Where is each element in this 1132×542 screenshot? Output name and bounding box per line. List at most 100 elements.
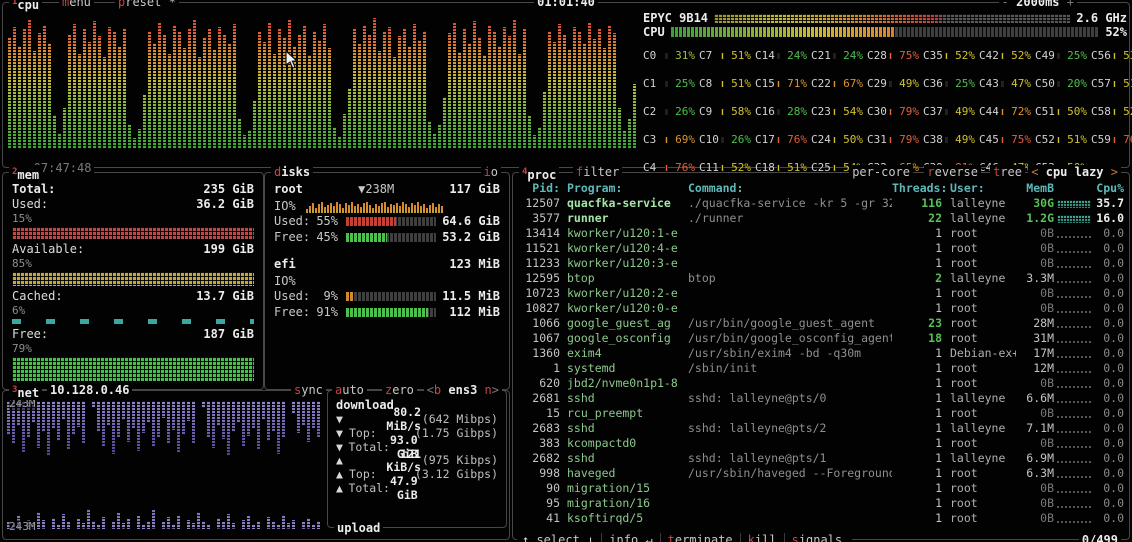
net-download-col (207, 401, 210, 437)
col-threads[interactable]: Threads: (892, 181, 942, 196)
process-row[interactable]: 12507quacfka-service./quacfka-service -k… (516, 196, 1126, 211)
proc-cpu-percent: 0.0 (1094, 286, 1126, 301)
proc-program: jbd2/nvme0n1p1-8 (560, 376, 684, 391)
footer-ignals-button[interactable]: signals (784, 533, 850, 542)
process-row[interactable]: 1066google_guest_ag/usr/bin/google_guest… (516, 316, 1126, 331)
cpu-graph-col (528, 116, 531, 149)
proc-mem: 31M (1016, 331, 1054, 346)
cpu-graph-col (348, 88, 351, 149)
cpu-graph-col (18, 46, 21, 149)
net-download-col (217, 401, 220, 426)
cpu-graph-col (333, 127, 336, 149)
process-row[interactable]: 10723kworker/u120:2-e1root0B0.0 (516, 286, 1126, 301)
core-meter (1113, 137, 1116, 143)
footer-hotkey: t (668, 533, 675, 542)
process-row[interactable]: 620jbd2/nvme0n1p1-81root0B0.0 (516, 376, 1126, 391)
io-mode-toggle[interactable]: io (481, 165, 501, 179)
proc-program: kworker/u120:1-e (560, 226, 684, 241)
col-user[interactable]: User: (942, 181, 1016, 196)
process-row[interactable]: 41ksoftirqd/51root0B0.0 (516, 511, 1126, 526)
cpu-box-title[interactable]: 1cpu (9, 0, 42, 12)
proc-pid: 383 (516, 436, 560, 451)
per-core-toggle[interactable]: per-core (849, 165, 913, 179)
footer-select-button[interactable]: ↑ select ↓ (520, 533, 601, 542)
download-arrow-icon: ▼ (336, 427, 349, 441)
footer-erminate-button[interactable]: terminate (660, 533, 740, 542)
iface-next-button[interactable]: n (485, 383, 492, 397)
cpu-graph-col (313, 31, 316, 149)
sync-toggle[interactable]: sync (291, 383, 326, 397)
col-mem[interactable]: MemB (1016, 181, 1054, 196)
footer-info-button[interactable]: info ↵ (601, 533, 659, 542)
cpu-core: C2949% (867, 70, 919, 98)
proc-mem: 0B (1016, 301, 1054, 316)
io-graph-col (309, 206, 311, 213)
process-row[interactable]: 12595btopbtop2lalleyne3.3M0.0 (516, 271, 1126, 286)
filter-button[interactable]: filter (573, 165, 622, 179)
core-meter (1001, 109, 1004, 115)
process-row[interactable]: 15rcu_preempt1root0B0.0 (516, 406, 1126, 421)
process-row[interactable]: 11521kworker/u120:4-e1root0B0.0 (516, 241, 1126, 256)
iface-prev-button[interactable]: b (434, 383, 441, 397)
process-row[interactable]: 2683sshdsshd: lalleyne@pts/21lalleyne7.1… (516, 421, 1126, 436)
process-row[interactable]: 2682sshdsshd: lalleyne@pts/11lalleyne6.9… (516, 451, 1126, 466)
process-row[interactable]: 1067google_osconfig/usr/bin/google_oscon… (516, 331, 1126, 346)
network-box-title[interactable]: 3net (9, 383, 42, 400)
cpu-graph-col (498, 46, 501, 149)
auto-scale-toggle[interactable]: auto (332, 383, 367, 397)
net-download-col (107, 401, 110, 425)
preset-button[interactable]: preset * (115, 0, 179, 9)
process-row[interactable]: 95migration/161root0B0.0 (516, 496, 1126, 511)
interval-plus-button[interactable]: + (1067, 0, 1074, 9)
net-upload-col (57, 525, 60, 529)
process-row[interactable]: 998haveged/usr/sbin/haveged --Foreground… (516, 466, 1126, 481)
interface-switcher[interactable]: <b ens3 n> (424, 383, 502, 397)
reverse-toggle[interactable]: reverse (924, 165, 981, 179)
cpu-core: C4252% (979, 42, 1031, 70)
proc-mem: 0B (1016, 481, 1054, 496)
core-name: C37 (923, 105, 943, 119)
footer-ill-button[interactable]: kill (740, 533, 784, 542)
cpu-graph-col (623, 130, 626, 149)
core-percent: 47% (1006, 77, 1031, 91)
sort-prev-arrow[interactable]: < (1031, 165, 1038, 179)
proc-cpu-graph-fill (1057, 326, 1091, 328)
col-program[interactable]: Program: (560, 181, 684, 196)
update-interval-control[interactable]: - 2000ms + (999, 0, 1077, 9)
sort-next-arrow[interactable]: > (1111, 165, 1118, 179)
net-stat-row: ▲121 KiB/s(975 Kibps) (336, 454, 498, 468)
process-row[interactable]: 90migration/151root0B0.0 (516, 481, 1126, 496)
disk-meter-row: Used:9%11.5 MiB (274, 288, 500, 304)
process-row[interactable]: 2681sshdsshd: lalleyne@pts/01lalleyne6.6… (516, 391, 1126, 406)
col-command[interactable]: Command: (684, 181, 892, 196)
net-upload-col (197, 512, 200, 529)
proc-cpu-percent: 16.0 (1094, 211, 1126, 226)
interval-minus-button[interactable]: - (1002, 0, 1009, 9)
net-upload-col (312, 525, 315, 529)
process-row[interactable]: 383kcompactd01root0B0.0 (516, 436, 1126, 451)
io-graph-col (378, 206, 380, 213)
ip-address: 10.128.0.46 (47, 383, 132, 397)
process-row[interactable]: 11233kworker/u120:3-e1root0B0.0 (516, 256, 1126, 271)
process-box-title[interactable]: 4proc (519, 165, 559, 182)
tree-toggle[interactable]: tree (990, 165, 1025, 179)
core-meter-fill (777, 53, 778, 59)
cpu-graph-col (523, 29, 526, 149)
core-meter-fill (1113, 81, 1115, 87)
io-graph-col (414, 205, 416, 213)
process-row[interactable]: 13414kworker/u120:1-e1root0B0.0 (516, 226, 1126, 241)
disks-box-title[interactable]: disks (271, 165, 313, 179)
process-row[interactable]: 1systemd/sbin/init1root12M0.0 (516, 361, 1126, 376)
sort-selector[interactable]: < cpu lazy > (1028, 165, 1121, 179)
process-row[interactable]: 1360exim4/usr/sbin/exim4 -bd -q30m1Debia… (516, 346, 1126, 361)
col-pid[interactable]: Pid: (516, 181, 560, 196)
col-cpu[interactable]: Cpu% (1094, 181, 1126, 196)
proc-user: root (942, 406, 1016, 421)
core-meter (665, 81, 668, 87)
core-name: C42 (979, 49, 999, 63)
memory-box-title[interactable]: 2mem (9, 165, 42, 182)
process-row[interactable]: 3577runner./runner22lalleyne1.2G16.0 (516, 211, 1126, 226)
process-row[interactable]: 10827kworker/u120:0-e1root0B0.0 (516, 301, 1126, 316)
menu-button[interactable]: menu (59, 0, 94, 9)
zero-toggle[interactable]: zero (382, 383, 417, 397)
